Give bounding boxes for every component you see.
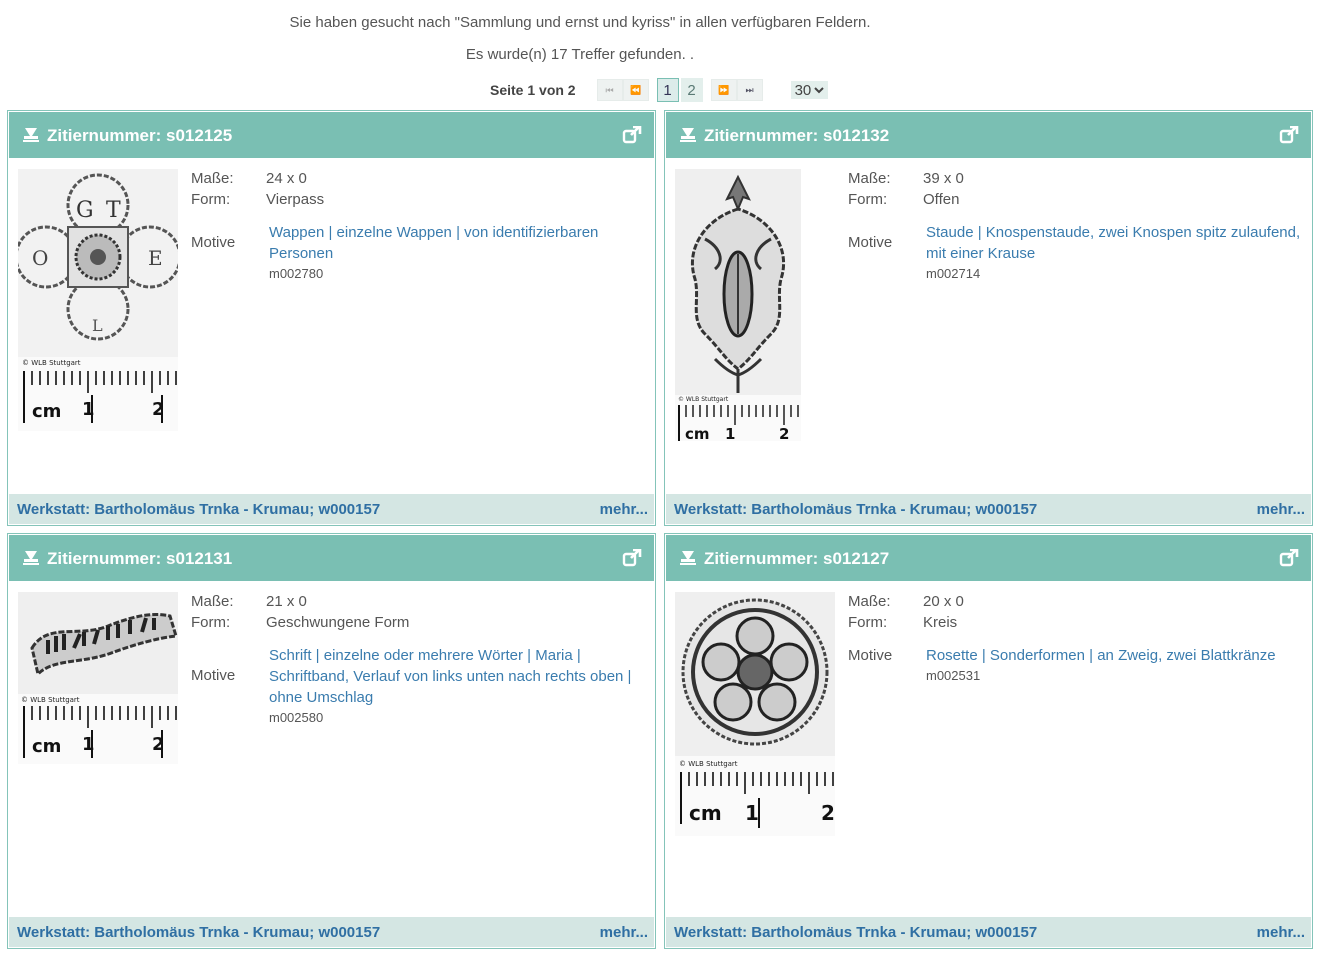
stamp-letter: T xyxy=(106,198,121,223)
workshop-link[interactable]: Werkstatt: Bartholomäus Trnka - Krumau; … xyxy=(674,924,1037,941)
last-page-icon[interactable]: ⏭ xyxy=(736,79,763,101)
scale-mark: 2 xyxy=(821,801,835,825)
masse-value: 21 x 0 xyxy=(266,593,307,610)
form-label: Form: xyxy=(191,614,231,631)
result-card: Zitiernummer: s012131 © WLB Stuttgart cm… xyxy=(7,533,656,949)
masse-label: Maße: xyxy=(848,593,891,610)
motive-code: m002580 xyxy=(269,710,324,725)
masse-value: 24 x 0 xyxy=(266,170,307,187)
card-header[interactable]: Zitiernummer: s012131 xyxy=(9,535,654,581)
card-footer: Werkstatt: Bartholomäus Trnka - Krumau; … xyxy=(9,917,654,947)
motive-label: Motive xyxy=(848,647,893,664)
form-value: Vierpass xyxy=(266,191,325,208)
card-title[interactable]: Zitiernummer: s012131 xyxy=(47,549,232,569)
result-card: Zitiernummer: s012125 G T O E L © WLB St… xyxy=(7,110,656,526)
form-label: Form: xyxy=(191,191,231,208)
card-header[interactable]: Zitiernummer: s012125 xyxy=(9,112,654,158)
form-label: Form: xyxy=(848,614,888,631)
masse-label: Maße: xyxy=(848,170,891,187)
card-footer: Werkstatt: Bartholomäus Trnka - Krumau; … xyxy=(9,494,654,524)
external-link-icon[interactable] xyxy=(622,126,642,144)
external-link-icon[interactable] xyxy=(1279,549,1299,567)
motive-link[interactable]: Schrift | einzelne oder mehrere Wörter |… xyxy=(269,645,645,708)
card-header[interactable]: Zitiernummer: s012127 xyxy=(666,535,1311,581)
motive-link[interactable]: Staude | Knospenstaude, zwei Knospen spi… xyxy=(926,222,1302,264)
stamp-icon xyxy=(23,128,39,142)
result-card: Zitiernummer: s012127 © WLB Stuttgart cm… xyxy=(664,533,1313,949)
scale-mark: 1 xyxy=(745,801,759,825)
prev-page-icon[interactable]: ⏪ xyxy=(622,79,649,101)
motive-label: Motive xyxy=(191,234,236,251)
page-size-select[interactable]: 30 xyxy=(790,81,829,99)
motive-code: m002531 xyxy=(926,668,981,683)
masse-value: 39 x 0 xyxy=(923,170,964,187)
stamp-image[interactable]: © WLB Stuttgart cm 1 2 xyxy=(18,592,178,764)
card-footer: Werkstatt: Bartholomäus Trnka - Krumau; … xyxy=(666,494,1311,524)
card-title[interactable]: Zitiernummer: s012127 xyxy=(704,549,889,569)
workshop-link[interactable]: Werkstatt: Bartholomäus Trnka - Krumau; … xyxy=(674,501,1037,518)
card-meta: Maße: 21 x 0 Form: Geschwungene Form Motiv… xyxy=(191,593,645,725)
first-page-icon[interactable]: ⏮ xyxy=(596,79,623,101)
scale-mark: 2 xyxy=(779,425,789,441)
motive-code: m002780 xyxy=(269,266,324,281)
stamp-icon xyxy=(680,551,696,565)
motive-label: Motive xyxy=(191,667,236,684)
stamp-letter: O xyxy=(32,246,48,270)
more-link[interactable]: mehr... xyxy=(600,501,648,518)
card-meta: Maße: 39 x 0 Form: Offen Motive Staude | K… xyxy=(848,170,1302,282)
scale-unit: cm xyxy=(32,401,61,422)
scale-unit: cm xyxy=(689,801,722,825)
workshop-link[interactable]: Werkstatt: Bartholomäus Trnka - Krumau; … xyxy=(17,501,380,518)
stamp-image[interactable]: © WLB Stuttgart cm 1 2 xyxy=(675,592,835,836)
more-link[interactable]: mehr... xyxy=(1257,924,1305,941)
more-link[interactable]: mehr... xyxy=(1257,501,1305,518)
masse-label: Maße: xyxy=(191,170,234,187)
image-credit: © WLB Stuttgart xyxy=(678,396,729,403)
stamp-letter: L xyxy=(92,316,103,335)
masse-value: 20 x 0 xyxy=(923,593,964,610)
stamp-icon xyxy=(23,551,39,565)
form-value: Geschwungene Form xyxy=(266,614,410,631)
motive-code: m002714 xyxy=(926,266,981,281)
card-meta: Maße: 24 x 0 Form: Vierpass Motive Wappen … xyxy=(191,170,645,282)
card-header[interactable]: Zitiernummer: s012132 xyxy=(666,112,1311,158)
page-button-1[interactable]: 1 xyxy=(656,78,679,102)
scale-unit: cm xyxy=(685,425,710,441)
masse-label: Maße: xyxy=(191,593,234,610)
workshop-link[interactable]: Werkstatt: Bartholomäus Trnka - Krumau; … xyxy=(17,924,380,941)
image-credit: © WLB Stuttgart xyxy=(679,760,738,768)
result-count-text: Es wurde(n) 17 Treffer gefunden. . xyxy=(465,46,695,63)
form-value: Kreis xyxy=(923,614,958,631)
stamp-image[interactable]: G T O E L © WLB Stuttgart cm 1 2 xyxy=(18,169,178,431)
image-credit: © WLB Stuttgart xyxy=(22,359,81,367)
next-page-icon[interactable]: ⏩ xyxy=(710,79,737,101)
more-link[interactable]: mehr... xyxy=(600,924,648,941)
page-button-2[interactable]: 2 xyxy=(680,78,703,102)
stamp-letter: G xyxy=(76,198,94,223)
form-value: Offen xyxy=(923,191,960,208)
scale-mark: 1 xyxy=(725,425,735,441)
external-link-icon[interactable] xyxy=(1279,126,1299,144)
motive-link[interactable]: Wappen | einzelne Wappen | von identifiz… xyxy=(269,222,645,264)
page-label: Seite 1 von 2 xyxy=(490,82,576,98)
motive-link[interactable]: Rosette | Sonderformen | an Zweig, zwei … xyxy=(926,645,1302,666)
stamp-icon xyxy=(680,128,696,142)
pagination: Seite 1 von 2 ⏮ ⏪ 1 2 ⏩ ⏭ 30 xyxy=(490,78,829,102)
result-card: Zitiernummer: s012132 © WLB Stuttgart cm… xyxy=(664,110,1313,526)
motive-label: Motive xyxy=(848,234,893,251)
card-title[interactable]: Zitiernummer: s012132 xyxy=(704,126,889,146)
search-query-text: Sie haben gesucht nach "Sammlung und ern… xyxy=(289,14,871,31)
card-footer: Werkstatt: Bartholomäus Trnka - Krumau; … xyxy=(666,917,1311,947)
image-credit: © WLB Stuttgart xyxy=(21,696,80,704)
page-size-value: 30 xyxy=(794,81,812,99)
card-title[interactable]: Zitiernummer: s012125 xyxy=(47,126,232,146)
stamp-letter: E xyxy=(148,246,163,270)
external-link-icon[interactable] xyxy=(622,549,642,567)
scale-unit: cm xyxy=(32,736,61,757)
form-label: Form: xyxy=(848,191,888,208)
card-meta: Maße: 20 x 0 Form: Kreis Motive Rosette | … xyxy=(848,593,1302,705)
stamp-image[interactable]: © WLB Stuttgart cm 1 2 xyxy=(675,169,801,441)
chevron-down-icon xyxy=(814,87,824,94)
